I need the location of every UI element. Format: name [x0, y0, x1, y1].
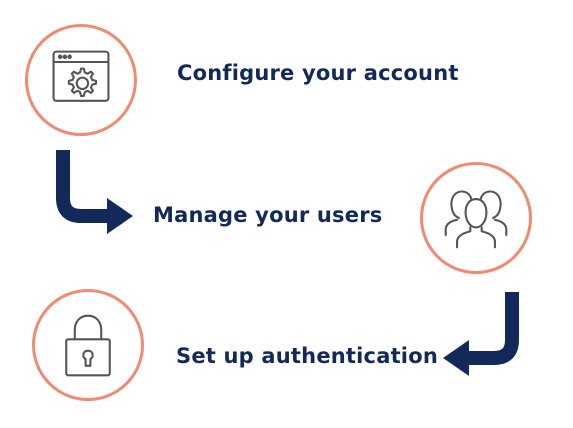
- authentication-step-circle: [32, 289, 144, 401]
- users-group-icon: [444, 190, 508, 249]
- authentication-step-label: Set up authentication: [176, 344, 438, 368]
- padlock-icon: [65, 314, 111, 377]
- settings-window-icon: [52, 50, 110, 102]
- setup-steps-diagram: Configure your account Manage your users: [0, 0, 573, 428]
- configure-step-circle: [25, 24, 137, 136]
- manage-users-step-circle: [420, 162, 532, 274]
- configure-step-label: Configure your account: [177, 61, 459, 85]
- manage-users-step-label: Manage your users: [153, 203, 383, 227]
